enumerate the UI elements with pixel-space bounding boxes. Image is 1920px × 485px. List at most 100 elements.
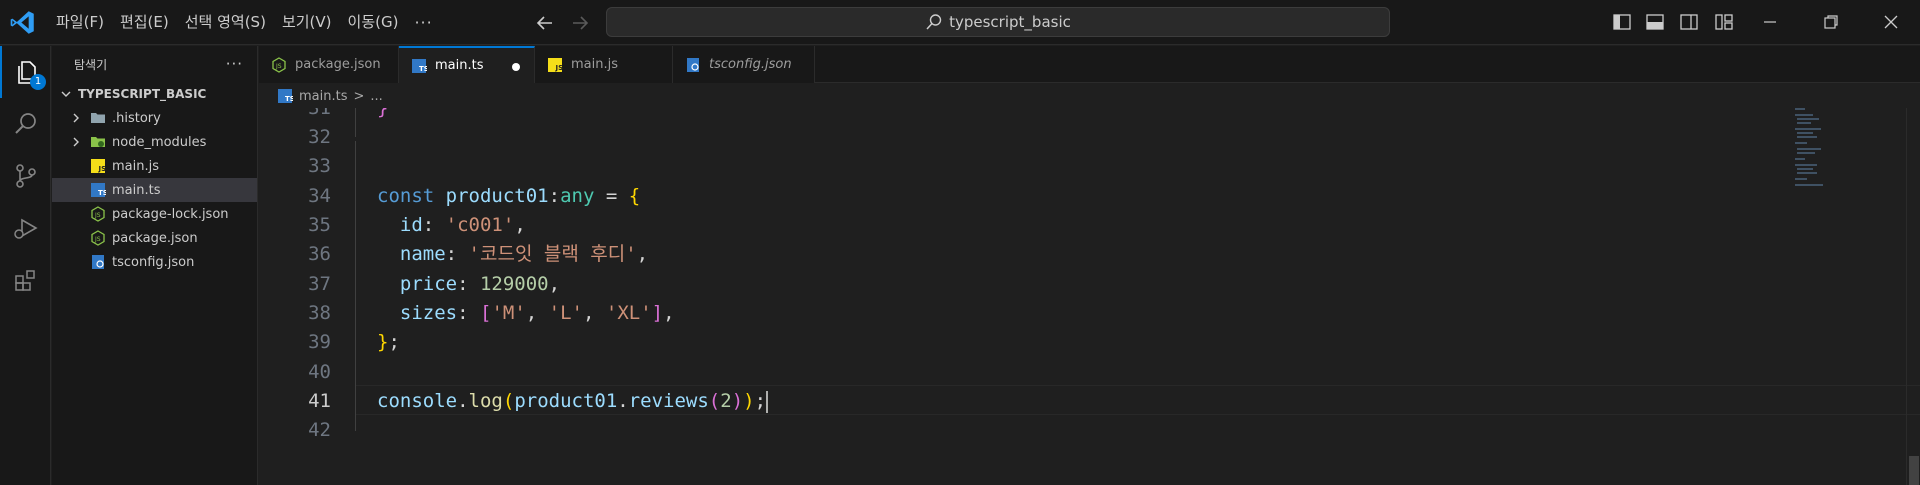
punctuation: : <box>548 185 561 207</box>
string: 'L' <box>548 302 583 324</box>
punctuation: , <box>548 273 561 295</box>
menu-selection[interactable]: 선택 영역(S) <box>177 0 274 45</box>
tree-item-main-js[interactable]: JS main.js <box>52 154 257 178</box>
close-icon[interactable] <box>1879 10 1903 34</box>
extensions-icon <box>14 270 35 291</box>
menu-more-button[interactable]: ··· <box>406 13 440 32</box>
chevron-down-icon <box>61 91 71 97</box>
line-number: 40 <box>308 361 331 383</box>
tab-main-ts[interactable]: TS main.ts <box>399 46 535 83</box>
bracket: { <box>628 185 641 207</box>
explorer-more-button[interactable]: ··· <box>226 55 243 73</box>
menu-view[interactable]: 보기(V) <box>274 0 340 45</box>
punctuation: : <box>422 214 446 236</box>
minimize-icon[interactable] <box>1758 10 1782 34</box>
variable: product01 <box>445 185 549 207</box>
tree-item-tsconfig-json[interactable]: tsconfig.json <box>52 250 257 274</box>
tree-item-label: package-lock.json <box>112 206 229 222</box>
explorer-badge: 1 <box>30 74 46 90</box>
line-number: 33 <box>308 155 331 177</box>
menu-file[interactable]: 파일(F) <box>48 0 112 45</box>
npm-json-icon: JS <box>91 230 105 246</box>
tree-item-label: main.js <box>112 158 159 174</box>
source-control-button[interactable] <box>0 150 51 202</box>
toggle-primary-sidebar-icon[interactable] <box>1610 10 1634 34</box>
explorer-button[interactable]: 1 <box>0 46 51 98</box>
customize-layout-icon[interactable] <box>1712 10 1736 34</box>
javascript-file-icon: JS <box>91 159 106 173</box>
minimap[interactable] <box>1795 108 1855 208</box>
tab-label: tsconfig.json <box>709 57 792 72</box>
tree-item-main-ts[interactable]: TS main.ts <box>52 178 257 202</box>
vertical-scrollbar[interactable] <box>1906 108 1920 485</box>
tab-label: main.ts <box>435 58 484 73</box>
search-icon <box>926 14 942 30</box>
tree-item-label: main.ts <box>112 182 161 198</box>
property: sizes <box>399 302 458 324</box>
tree-item-package-json[interactable]: JS package.json <box>52 226 257 250</box>
line-number: 37 <box>308 273 331 295</box>
menu-go[interactable]: 이동(G) <box>340 0 407 45</box>
tree-item-node-modules[interactable]: node_modules <box>52 130 257 154</box>
restore-icon[interactable] <box>1819 10 1843 34</box>
tab-package-json[interactable]: JS package.json <box>259 46 399 83</box>
npm-json-icon: JS <box>91 206 105 222</box>
command-center-search[interactable]: typescript_basic <box>606 7 1390 37</box>
back-arrow-icon[interactable] <box>533 11 557 35</box>
svg-text:TS: TS <box>285 95 293 103</box>
bracket: ) <box>731 390 744 412</box>
tab-label: package.json <box>295 57 381 72</box>
line-number: 32 <box>308 126 331 148</box>
variable: product01 <box>514 390 618 412</box>
javascript-file-icon: JS <box>548 57 563 72</box>
extensions-button[interactable] <box>0 254 51 306</box>
punctuation: ; <box>754 390 767 412</box>
npm-json-icon: JS <box>272 56 286 73</box>
explorer-sidebar: 탐색기 ··· TYPESCRIPT_BASIC .history node_m… <box>52 46 258 485</box>
chevron-right-icon <box>73 113 79 123</box>
line-number-gutter: 31 32 33 34 35 36 37 38 39 40 41 42 <box>259 108 355 485</box>
string: 'M' <box>491 302 526 324</box>
search-view-button[interactable] <box>0 98 51 150</box>
code-line-31: } <box>377 108 388 124</box>
bracket: [ <box>479 302 492 324</box>
toggle-secondary-sidebar-icon[interactable] <box>1677 10 1701 34</box>
title-bar: 파일(F) 편집(E) 선택 영역(S) 보기(V) 이동(G) ··· typ… <box>0 0 1920 45</box>
breadcrumb-file[interactable]: main.ts <box>299 89 347 104</box>
string: 'c001' <box>445 214 515 236</box>
forward-arrow-icon[interactable] <box>568 11 592 35</box>
punctuation: . <box>617 390 629 412</box>
workspace-folder-header[interactable]: TYPESCRIPT_BASIC <box>52 82 257 106</box>
breadcrumb-symbols[interactable]: ... <box>370 89 382 104</box>
tree-item-history[interactable]: .history <box>52 106 257 130</box>
property: name <box>399 243 446 265</box>
menu-edit[interactable]: 편집(E) <box>112 0 177 45</box>
tab-tsconfig-json[interactable]: tsconfig.json <box>673 46 815 83</box>
typescript-file-icon: TS <box>278 89 293 103</box>
tree-item-label: tsconfig.json <box>112 254 195 270</box>
svg-text:TS: TS <box>98 189 106 197</box>
string: '코드잇 블랙 후디' <box>468 243 637 265</box>
breadcrumb: TS main.ts > ... <box>259 84 1920 108</box>
code-editor[interactable]: 31 32 33 34 35 36 37 38 39 40 41 42 } co… <box>259 108 1920 485</box>
unsaved-dot-icon[interactable] <box>512 63 520 71</box>
number: 129000 <box>479 273 549 295</box>
tab-label: main.js <box>571 57 618 72</box>
closing-brace: } <box>377 108 389 119</box>
tree-item-package-lock-json[interactable]: JS package-lock.json <box>52 202 257 226</box>
scrollbar-thumb[interactable] <box>1909 456 1919 485</box>
punctuation: , <box>582 302 606 324</box>
search-icon <box>14 113 36 134</box>
tab-main-js[interactable]: JS main.js <box>535 46 673 83</box>
run-debug-button[interactable] <box>0 202 51 254</box>
editor-tabs: JS package.json TS main.ts JS main.js ts… <box>259 46 1920 83</box>
punctuation: , <box>514 214 526 236</box>
toggle-panel-icon[interactable] <box>1643 10 1667 34</box>
tsconfig-file-icon <box>687 57 699 72</box>
vscode-logo-icon[interactable] <box>9 9 36 36</box>
typescript-file-icon: TS <box>91 183 106 197</box>
bracket: ) <box>743 390 755 412</box>
punctuation: , <box>663 302 675 324</box>
punctuation: . <box>457 390 469 412</box>
run-debug-icon <box>13 218 38 239</box>
